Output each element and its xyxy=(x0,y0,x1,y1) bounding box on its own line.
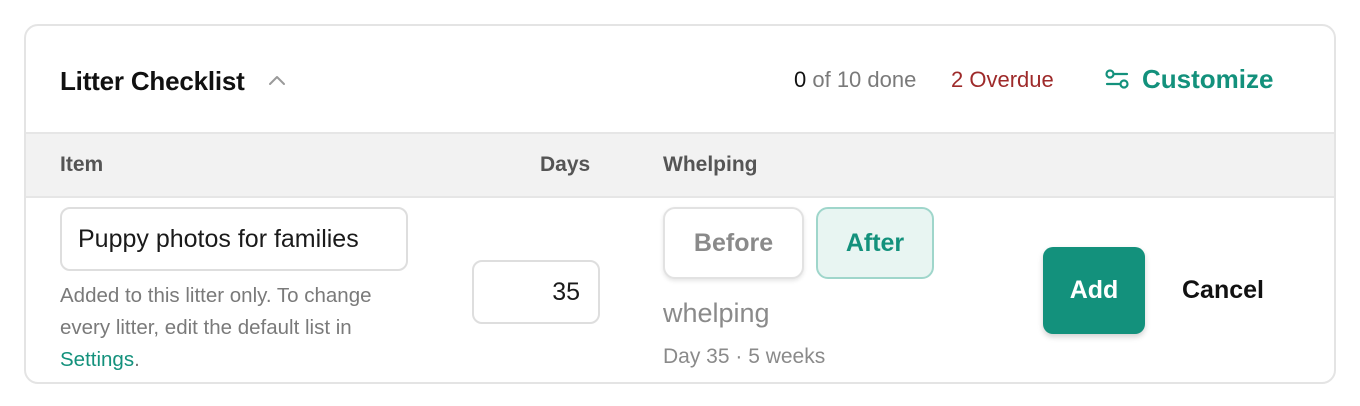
days-input[interactable] xyxy=(472,260,600,324)
help-text-prefix: Added to this litter only. To change eve… xyxy=(60,284,372,339)
cancel-button[interactable]: Cancel xyxy=(1182,276,1264,305)
done-count: 0 xyxy=(794,67,807,92)
sliders-icon xyxy=(1105,69,1129,89)
checklist-title: Litter Checklist xyxy=(60,66,245,96)
customize-button[interactable]: Customize xyxy=(1104,62,1273,96)
progress-suffix: of 10 done xyxy=(806,67,917,92)
table-header: Item Days Whelping xyxy=(26,132,1334,198)
column-header-item: Item xyxy=(60,153,104,176)
overdue-badge[interactable]: 2 Overdue xyxy=(951,67,1054,93)
chevron-up-icon[interactable] xyxy=(266,70,288,92)
column-header-whelping: Whelping xyxy=(663,153,758,176)
whelping-reference-label: whelping xyxy=(663,298,770,328)
add-button[interactable]: Add xyxy=(1043,247,1145,334)
day-summary: Day 35 · 5 weeks xyxy=(663,345,826,368)
progress-status: 0 of 10 done xyxy=(794,67,916,93)
column-header-days: Days xyxy=(540,153,591,176)
item-name-input[interactable] xyxy=(60,207,408,271)
item-help-text: Added to this litter only. To change eve… xyxy=(60,280,400,376)
timing-before-button[interactable]: Before xyxy=(663,207,804,279)
settings-link[interactable]: Settings xyxy=(60,348,134,371)
litter-checklist-card: Litter Checklist 0 of 10 done 2 Overdue … xyxy=(24,24,1336,384)
customize-label: Customize xyxy=(1142,63,1274,94)
timing-after-button[interactable]: After xyxy=(816,207,934,279)
help-text-suffix: . xyxy=(134,348,140,371)
checklist-header: Litter Checklist 0 of 10 done 2 Overdue … xyxy=(26,26,1334,132)
